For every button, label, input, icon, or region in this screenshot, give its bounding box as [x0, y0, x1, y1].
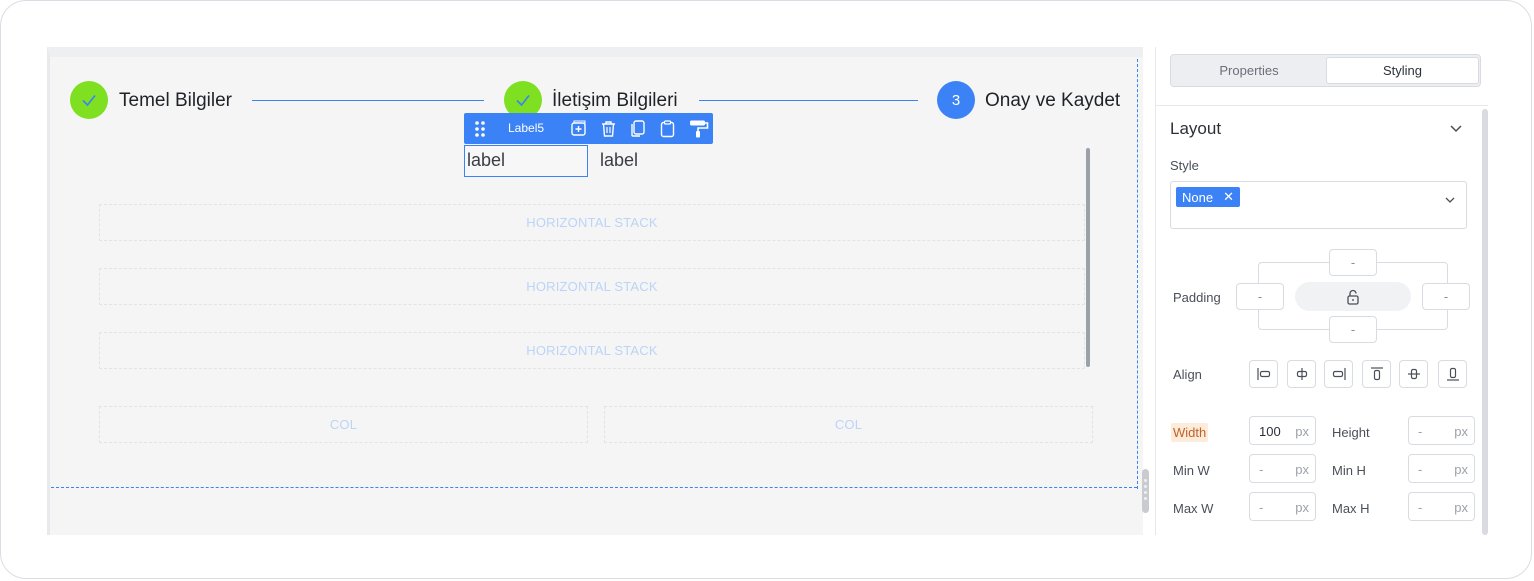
paint-roller-icon[interactable] — [688, 119, 709, 138]
step-connector-2 — [699, 100, 918, 101]
max-w-input[interactable]: - px — [1249, 492, 1316, 521]
width-unit: px — [1295, 424, 1309, 439]
padding-label: Padding — [1173, 290, 1221, 305]
chevron-down-icon[interactable] — [1444, 194, 1456, 206]
canvas-scrollbar[interactable] — [1086, 148, 1090, 367]
canvas-resize-handle[interactable] — [1142, 469, 1149, 513]
min-w-input[interactable]: - px — [1249, 454, 1316, 483]
step-1-label[interactable]: Temel Bilgiler — [119, 90, 232, 112]
style-chip: None ✕ — [1176, 187, 1240, 207]
align-left-button[interactable] — [1249, 360, 1278, 388]
style-select[interactable]: None ✕ — [1170, 181, 1467, 229]
label-input[interactable]: label — [464, 145, 588, 177]
min-w-unit: px — [1295, 462, 1309, 477]
max-w-label: Max W — [1173, 501, 1214, 516]
layout-section-title[interactable]: Layout — [1170, 119, 1221, 139]
component-toolbar: Label5 — [464, 113, 713, 144]
unlock-icon — [1347, 289, 1359, 305]
step-3-label[interactable]: Onay ve Kaydet — [985, 90, 1120, 112]
max-h-value: - — [1418, 500, 1423, 515]
align-right-icon — [1332, 368, 1346, 380]
align-top-icon — [1370, 367, 1383, 381]
height-unit: px — [1454, 424, 1468, 439]
canvas-selection-edge-bottom — [51, 487, 1137, 488]
max-w-unit: px — [1295, 500, 1309, 515]
col-block[interactable]: COL — [604, 406, 1093, 443]
label-text[interactable]: label — [600, 150, 638, 171]
padding-bottom-input[interactable]: - — [1329, 316, 1377, 343]
max-h-unit: px — [1454, 500, 1468, 515]
height-label: Height — [1332, 425, 1370, 440]
max-h-input[interactable]: - px — [1408, 492, 1475, 521]
align-center-h-icon — [1296, 368, 1307, 380]
width-value: 100 — [1259, 424, 1281, 439]
width-input[interactable]: 100 px — [1249, 416, 1316, 445]
step-2-label[interactable]: İletişim Bilgileri — [552, 90, 678, 112]
max-w-value: - — [1259, 500, 1264, 515]
paste-icon[interactable] — [658, 119, 677, 138]
col-block[interactable]: COL — [99, 406, 588, 443]
height-input[interactable]: - px — [1408, 416, 1475, 445]
min-w-value: - — [1259, 462, 1264, 477]
add-icon[interactable] — [569, 119, 588, 138]
check-icon — [516, 95, 530, 107]
step-3-number: 3 — [951, 91, 961, 109]
min-h-label: Min H — [1332, 463, 1366, 478]
chevron-down-icon[interactable] — [1449, 121, 1463, 135]
padding-left-input[interactable]: - — [1236, 283, 1284, 310]
step-1-indicator[interactable] — [70, 81, 108, 119]
min-h-unit: px — [1454, 462, 1468, 477]
horizontal-stack[interactable]: HORIZONTAL STACK — [99, 332, 1085, 369]
padding-top-input[interactable]: - — [1329, 249, 1377, 276]
padding-lock-toggle[interactable] — [1295, 282, 1411, 311]
align-label: Align — [1173, 367, 1202, 382]
tab-properties[interactable]: Properties — [1173, 57, 1325, 84]
step-3-indicator[interactable]: 3 — [937, 81, 975, 119]
panel-divider — [1156, 105, 1488, 106]
check-icon — [82, 95, 96, 107]
style-label: Style — [1170, 158, 1199, 173]
align-center-v-button[interactable] — [1399, 360, 1428, 388]
tab-styling[interactable]: Styling — [1326, 57, 1479, 84]
min-w-label: Min W — [1173, 463, 1210, 478]
min-h-input[interactable]: - px — [1408, 454, 1475, 483]
panel-scrollbar[interactable] — [1482, 109, 1488, 535]
align-bottom-icon — [1446, 367, 1459, 381]
drag-handle-icon[interactable] — [474, 119, 486, 139]
component-name: Label5 — [508, 121, 545, 135]
align-top-button[interactable] — [1362, 360, 1391, 388]
step-connector-1 — [252, 100, 484, 101]
copy-icon[interactable] — [628, 119, 647, 138]
width-label: Width — [1171, 423, 1209, 442]
panel-tabs: Properties Styling — [1170, 54, 1481, 87]
align-bottom-button[interactable] — [1438, 360, 1467, 388]
style-chip-label: None — [1182, 189, 1214, 205]
horizontal-stack[interactable]: HORIZONTAL STACK — [99, 204, 1085, 241]
trash-icon[interactable] — [599, 119, 618, 138]
padding-right-input[interactable]: - — [1422, 283, 1470, 310]
max-h-label: Max H — [1332, 501, 1370, 516]
canvas-selection-edge-right — [1137, 59, 1138, 489]
align-center-h-button[interactable] — [1287, 360, 1316, 388]
align-center-v-icon — [1407, 368, 1420, 380]
app-frame: Temel Bilgiler İletişim Bilgileri 3 Onay… — [0, 0, 1532, 579]
remove-chip-icon[interactable]: ✕ — [1223, 189, 1234, 205]
horizontal-stack[interactable]: HORIZONTAL STACK — [99, 268, 1085, 305]
align-right-button[interactable] — [1324, 360, 1353, 388]
min-h-value: - — [1418, 462, 1423, 477]
align-left-icon — [1256, 368, 1270, 380]
height-value: - — [1418, 424, 1423, 439]
